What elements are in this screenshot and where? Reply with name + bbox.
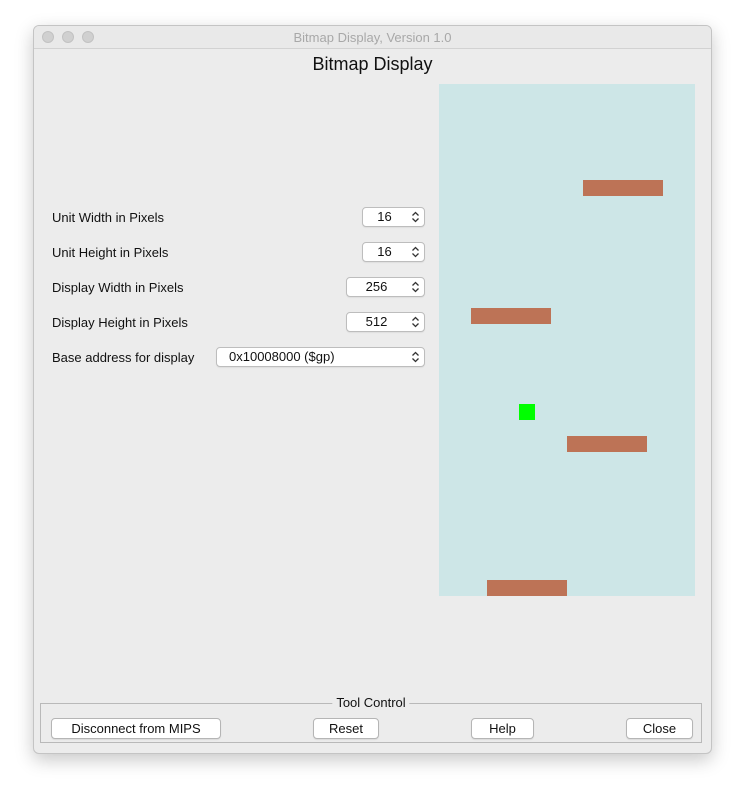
help-button[interactable]: Help <box>471 718 534 739</box>
reset-button[interactable]: Reset <box>313 718 379 739</box>
player-block <box>519 404 535 420</box>
up-down-arrows-icon <box>412 351 419 363</box>
unit-height-value: 16 <box>377 244 392 259</box>
close-button[interactable]: Close <box>626 718 693 739</box>
up-down-arrows-icon <box>412 316 419 328</box>
tool-control-legend: Tool Control <box>332 695 410 710</box>
bitmap-display-canvas <box>439 84 695 596</box>
base-address-value: 0x10008000 ($gp) <box>229 349 335 364</box>
display-height-value: 512 <box>365 314 388 329</box>
platform-block <box>567 436 647 452</box>
up-down-arrows-icon <box>412 281 419 293</box>
unit-height-label: Unit Height in Pixels <box>52 245 169 260</box>
unit-width-select[interactable]: 16 <box>362 207 425 227</box>
unit-height-select[interactable]: 16 <box>362 242 425 262</box>
bitmap-display-window: Bitmap Display, Version 1.0 Bitmap Displ… <box>33 25 712 754</box>
window-title: Bitmap Display, Version 1.0 <box>293 30 452 45</box>
base-address-label: Base address for display <box>52 350 195 365</box>
unit-width-value: 16 <box>377 209 392 224</box>
page-title: Bitmap Display <box>312 54 433 74</box>
tool-control-group: Tool Control Disconnect from MIPS Reset … <box>40 695 702 743</box>
platform-block <box>487 580 567 596</box>
platform-block <box>583 180 663 196</box>
unit-width-label: Unit Width in Pixels <box>52 210 164 225</box>
base-address-select[interactable]: 0x10008000 ($gp) <box>216 347 425 367</box>
display-height-label: Display Height in Pixels <box>52 315 188 330</box>
display-width-select[interactable]: 256 <box>346 277 425 297</box>
display-width-label: Display Width in Pixels <box>52 280 184 295</box>
title-bar: Bitmap Display, Version 1.0 <box>34 26 711 49</box>
platform-block <box>471 308 551 324</box>
display-width-value: 256 <box>365 279 388 294</box>
disconnect-from-mips-button[interactable]: Disconnect from MIPS <box>51 718 221 739</box>
up-down-arrows-icon <box>412 246 419 258</box>
display-height-select[interactable]: 512 <box>346 312 425 332</box>
up-down-arrows-icon <box>412 211 419 223</box>
